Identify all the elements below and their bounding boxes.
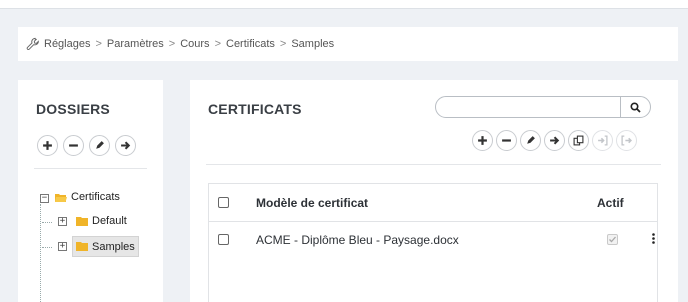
folder-icon (76, 242, 88, 251)
sign-out-icon (621, 135, 632, 146)
import-certificate-button[interactable] (592, 130, 613, 151)
export-certificate-button[interactable] (616, 130, 637, 151)
expand-toggle-samples[interactable]: + (58, 242, 67, 251)
edit-certificate-button[interactable] (520, 130, 541, 151)
wrench-icon (26, 37, 39, 50)
column-header-active[interactable]: Actif (597, 196, 624, 210)
tree-line (40, 204, 41, 302)
row-checkbox[interactable] (218, 234, 229, 245)
tree-node-samples[interactable]: Samples (72, 236, 139, 257)
breadcrumb: Réglages > Paramètres > Cours > Certific… (18, 27, 678, 61)
breadcrumb-item-samples: Samples (291, 38, 335, 50)
sign-in-icon (598, 135, 608, 146)
add-certificate-button[interactable] (472, 130, 493, 151)
active-checkbox (607, 234, 618, 245)
tree-node-label: Samples (92, 240, 135, 253)
tree-node-label: Certificats (71, 191, 120, 203)
breadcrumb-separator: > (168, 38, 176, 50)
remove-certificate-button[interactable] (496, 130, 517, 151)
table-row[interactable]: ACME - Diplôme Bleu - Paysage.docx (209, 221, 657, 257)
expand-toggle-default[interactable]: + (58, 217, 67, 226)
search-icon (630, 101, 641, 113)
certificates-divider (206, 164, 661, 165)
arrow-right-icon (550, 136, 560, 145)
breadcrumb-separator: > (279, 38, 287, 50)
certificates-table: Modèle de certificat Actif ACME - Diplôm… (208, 183, 658, 302)
tree-line (42, 222, 52, 223)
search-input[interactable] (436, 97, 616, 117)
table-header-row: Modèle de certificat Actif (209, 184, 657, 221)
folder-tree: − Certificats + Default + Samples (18, 80, 163, 302)
duplicate-certificate-button[interactable] (568, 130, 589, 151)
collapse-toggle-certificats[interactable]: − (40, 194, 49, 203)
column-header-name[interactable]: Modèle de certificat (256, 196, 368, 210)
plus-icon (478, 136, 487, 145)
breadcrumb-separator: > (95, 38, 102, 50)
breadcrumb-item-certificats[interactable]: Certificats (226, 38, 275, 50)
select-all-checkbox[interactable] (218, 197, 229, 208)
breadcrumb-item-reglages[interactable]: Réglages (44, 38, 90, 50)
minus-icon (502, 139, 511, 142)
search-box (435, 96, 651, 118)
pencil-icon (527, 136, 535, 144)
copy-icon (573, 135, 584, 146)
move-certificate-button[interactable] (544, 130, 565, 151)
breadcrumb-separator: > (214, 38, 221, 50)
breadcrumb-item-cours[interactable]: Cours (180, 38, 209, 50)
top-bar (0, 0, 688, 9)
breadcrumb-item-parametres[interactable]: Paramètres (107, 38, 164, 50)
folders-panel: DOSSIERS − Certificats + Default + Sampl… (18, 80, 163, 302)
folder-icon (76, 216, 88, 226)
tree-line (42, 247, 52, 248)
row-actions-menu-icon[interactable] (652, 232, 655, 247)
folder-open-icon (55, 193, 67, 202)
tree-node-default[interactable]: Default (73, 212, 130, 230)
certificates-title: CERTIFICATS (208, 101, 302, 117)
certificates-panel: CERTIFICATS Modèle de certificat Actif A… (190, 80, 678, 302)
tree-node-label: Default (92, 215, 127, 227)
tree-node-certificats[interactable]: Certificats (52, 188, 123, 206)
certificate-name[interactable]: ACME - Diplôme Bleu - Paysage.docx (256, 233, 459, 247)
search-button[interactable] (620, 97, 650, 117)
